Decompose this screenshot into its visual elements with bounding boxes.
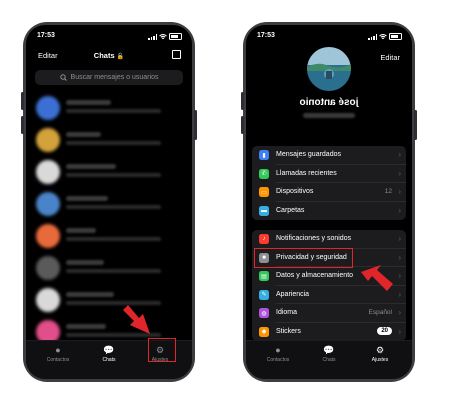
chevron-right-icon: › (398, 234, 401, 243)
chat-bubble-icon: 💬 (323, 345, 335, 355)
volume-button (241, 116, 244, 134)
battery-icon (389, 33, 402, 40)
chevron-right-icon: › (398, 271, 401, 280)
profile-name: josé antonio (299, 97, 359, 108)
avatar[interactable] (307, 47, 351, 91)
chat-item[interactable] (26, 187, 192, 219)
brush-icon: ✎ (259, 289, 269, 300)
tab-bar: ● Contactos 💬 Chats ⚙ Ajustes (246, 340, 412, 379)
sticker-icon: ◆ (259, 326, 269, 337)
chevron-right-icon: › (398, 326, 401, 336)
unlock-icon: 🔓 (116, 54, 125, 60)
data-icon: ▤ (259, 271, 269, 281)
bell-icon: ♪ (259, 234, 269, 244)
chat-item[interactable] (26, 155, 192, 187)
folder-icon: ▬ (259, 205, 269, 216)
chevron-right-icon: › (398, 289, 401, 299)
chats-screen: 17:53 Editar Chats 🔓 Buscar mensajes o u… (26, 25, 192, 379)
devices-icon: ▭ (259, 187, 269, 197)
volume-button (21, 116, 24, 134)
settings-row-folders[interactable]: ▬ Carpetas › (252, 202, 406, 221)
status-time: 17:53 (257, 32, 275, 39)
tab-chats[interactable]: 💬 Chats (305, 345, 353, 363)
settings-row-notifications[interactable]: ♪ Notificaciones y sonidos › (252, 230, 406, 249)
status-bar: 17:53 (26, 32, 192, 44)
volume-button (241, 92, 244, 110)
chats-navbar: Editar Chats 🔓 (26, 49, 192, 63)
tab-settings[interactable]: ⚙ Ajustes (356, 345, 404, 363)
edit-button[interactable]: Editar (380, 53, 400, 62)
globe-icon: ◍ (259, 308, 269, 318)
chevron-right-icon: › (398, 168, 401, 178)
privacy-row-highlight (254, 248, 353, 268)
power-button (194, 110, 197, 140)
profile-subtitle (303, 113, 355, 118)
language-value: Español (368, 309, 393, 316)
chevron-right-icon: › (398, 150, 401, 159)
signal-icon (368, 33, 377, 40)
settings-row-recent-calls[interactable]: ✆ Llamadas recientes › (252, 165, 406, 183)
person-icon: ● (275, 345, 281, 355)
settings-tab-highlight (148, 338, 176, 362)
chevron-right-icon: › (398, 308, 401, 317)
pointer-arrow-icon (361, 265, 393, 291)
settings-row-stickers[interactable]: ◆ Stickers 20 › (252, 323, 406, 342)
gear-icon: ⚙ (375, 345, 385, 355)
chat-item[interactable] (26, 283, 192, 315)
settings-group-1: ▮ Mensajes guardados › ✆ Llamadas recien… (252, 146, 406, 220)
signal-icon (148, 33, 157, 40)
phone-left: 17:53 Editar Chats 🔓 Buscar mensajes o u… (21, 22, 197, 382)
search-input[interactable]: Buscar mensajes o usuarios (35, 70, 183, 85)
chevron-right-icon: › (398, 252, 401, 262)
chat-item[interactable] (26, 219, 192, 251)
chat-list (26, 91, 192, 379)
battery-icon (169, 33, 182, 40)
tab-contacts[interactable]: ● Contactos (254, 345, 302, 363)
chat-bubble-icon: 💬 (103, 345, 115, 355)
person-icon: ● (55, 345, 61, 355)
chat-item[interactable] (26, 251, 192, 283)
devices-count: 12 (384, 188, 392, 195)
settings-row-language[interactable]: ◍ Idioma Español › (252, 304, 406, 323)
chevron-right-icon: › (398, 187, 401, 196)
chat-item[interactable] (26, 123, 192, 155)
settings-screen: 17:53 Editar josé antonio ▮ Mensajes gua… (246, 25, 412, 379)
chevron-right-icon: › (398, 205, 401, 215)
compose-icon[interactable] (172, 50, 181, 59)
status-bar: 17:53 (246, 32, 412, 44)
status-time: 17:53 (37, 32, 55, 39)
wifi-icon (159, 33, 167, 39)
pointer-arrow-icon (123, 305, 150, 334)
search-placeholder: Buscar mensajes o usuarios (70, 74, 159, 81)
wifi-icon (379, 33, 387, 39)
volume-button (21, 92, 24, 110)
page-title: Chats 🔓 (93, 51, 125, 60)
chat-item[interactable] (26, 91, 192, 123)
phone-icon: ✆ (259, 168, 269, 179)
tab-contacts[interactable]: ● Contactos (34, 345, 82, 363)
power-button (414, 110, 417, 140)
search-icon (59, 74, 67, 81)
bookmark-icon: ▮ (259, 150, 269, 160)
stickers-badge: 20 (377, 326, 392, 335)
phone-right: 17:53 Editar josé antonio ▮ Mensajes gua… (241, 22, 417, 382)
settings-row-saved-messages[interactable]: ▮ Mensajes guardados › (252, 146, 406, 165)
settings-row-devices[interactable]: ▭ Dispositivos 12 › (252, 183, 406, 202)
tab-chats[interactable]: 💬 Chats (85, 345, 133, 363)
